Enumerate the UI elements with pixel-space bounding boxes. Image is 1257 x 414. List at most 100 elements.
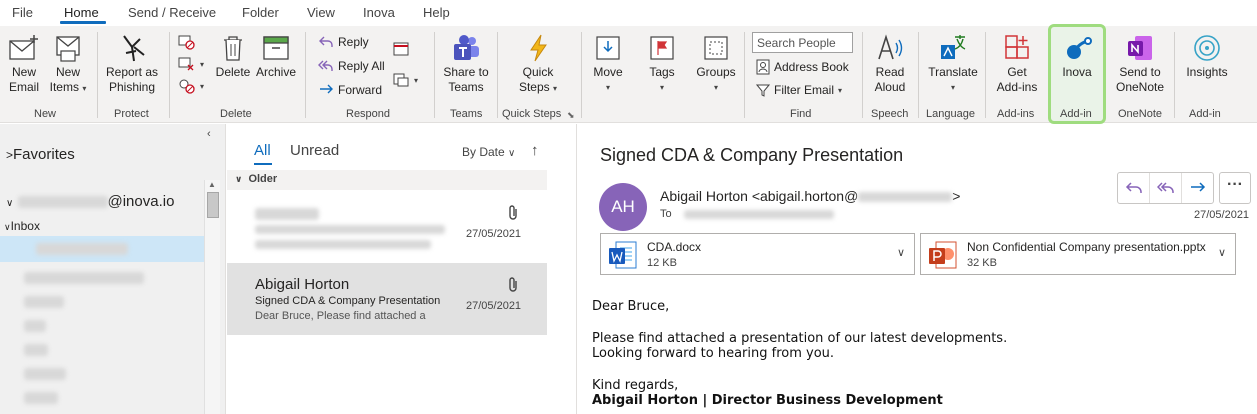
chevron-down-icon[interactable]: ∨: [1218, 246, 1226, 259]
insights-button[interactable]: Insights: [1184, 33, 1230, 80]
recipient-line: To: [660, 208, 834, 220]
ignore-button[interactable]: [178, 34, 196, 50]
attachment-icon: [509, 277, 517, 292]
list-item[interactable]: 27/05/2021: [227, 191, 547, 263]
archive-button[interactable]: Archive: [254, 33, 298, 80]
address-book-button[interactable]: Address Book: [756, 59, 849, 75]
send-to-onenote-button[interactable]: Send to OneNote: [1112, 33, 1168, 95]
chevron-down-icon: ▾: [553, 84, 558, 93]
redacted-folder-name: [24, 295, 64, 308]
move-icon: [596, 36, 620, 60]
chevron-right-icon: >: [6, 148, 14, 162]
translate-button[interactable]: Translate ▾: [926, 33, 980, 95]
subfolder-item[interactable]: [24, 270, 144, 284]
attachment-card-presentation[interactable]: Non Confidential Company presentation.pp…: [920, 233, 1236, 275]
redacted-folder-name: [24, 391, 58, 404]
new-email-label-2: Email: [8, 80, 39, 94]
share-teams-label-2: Teams: [448, 80, 484, 94]
inova-button[interactable]: Inova: [1056, 33, 1098, 80]
favorites-folder[interactable]: >Favorites: [6, 146, 75, 163]
addins-grid-icon: [1005, 35, 1029, 59]
more-respond-button[interactable]: ▾: [392, 72, 418, 88]
filter-email-button[interactable]: Filter Email ▾: [756, 83, 842, 97]
inova-logo-icon: [1067, 37, 1092, 59]
move-button[interactable]: Move ▾: [590, 33, 626, 95]
forward-label: Forward: [338, 83, 383, 97]
reply-all-button[interactable]: [1150, 173, 1182, 203]
report-phishing-button[interactable]: Report as Phishing: [102, 33, 162, 95]
ribbon-separator: [434, 32, 435, 118]
menu-tab-file[interactable]: File: [12, 5, 33, 20]
read-aloud-button[interactable]: Read Aloud: [870, 33, 910, 95]
collapse-pane-icon[interactable]: ‹: [207, 128, 211, 140]
more-actions-button[interactable]: ···: [1219, 172, 1251, 204]
body-greeting: Dear Bruce,: [592, 299, 670, 314]
group-header-older[interactable]: ∨ Older: [227, 170, 547, 190]
selected-subfolder[interactable]: [0, 236, 204, 262]
im-icon: [393, 73, 409, 87]
quick-steps-button[interactable]: Quick Steps ▾: [514, 33, 562, 96]
cleanup-button[interactable]: ▾: [178, 56, 204, 72]
chevron-down-icon: ▾: [82, 84, 87, 93]
get-addins-button[interactable]: Get Add-ins: [994, 33, 1040, 95]
chevron-down-icon[interactable]: ∨: [897, 246, 905, 259]
tags-button[interactable]: Tags ▾: [644, 33, 680, 95]
inbox-folder[interactable]: ∨Inbox: [4, 219, 40, 233]
groups-button[interactable]: Groups ▾: [694, 33, 738, 95]
forward-button[interactable]: Forward: [318, 83, 382, 97]
list-item-selected[interactable]: Abigail Horton Signed CDA & Company Pres…: [227, 263, 547, 335]
body-signature: Abigail Horton | Director Business Devel…: [592, 393, 943, 408]
menu-tab-folder[interactable]: Folder: [242, 5, 279, 20]
sender-name: Abigail Horton <abigail.horton@: [660, 188, 859, 204]
menu-tab-view[interactable]: View: [307, 5, 335, 20]
new-items-icon: [56, 36, 80, 62]
subfolder-item[interactable]: [24, 294, 64, 308]
group-label: Older: [248, 173, 278, 185]
tab-all[interactable]: All: [254, 142, 271, 159]
sort-direction-icon[interactable]: ↑: [531, 142, 539, 159]
tab-unread[interactable]: Unread: [290, 142, 339, 159]
ribbon-separator: [497, 32, 498, 118]
subfolder-item[interactable]: [24, 366, 66, 380]
dialog-launcher-icon[interactable]: ⬊: [567, 110, 575, 121]
reply-button[interactable]: Reply: [318, 35, 369, 49]
subfolder-item[interactable]: [24, 318, 46, 332]
message-subject: [255, 223, 445, 235]
chevron-down-icon: ▾: [713, 83, 718, 92]
sender-line[interactable]: Abigail Horton <abigail.horton@ >: [660, 188, 960, 204]
ribbon-separator: [169, 32, 170, 118]
account-header[interactable]: ∨ @inova.io: [6, 193, 174, 210]
reply-all-button[interactable]: Reply All: [318, 59, 385, 73]
menu-tab-home[interactable]: Home: [64, 5, 99, 20]
share-to-teams-button[interactable]: Share to Teams: [440, 33, 492, 95]
delete-button[interactable]: Delete: [214, 33, 252, 80]
attachment-card-cda[interactable]: CDA.docx 12 KB ∨: [600, 233, 915, 275]
menu-bar: File Home Send / Receive Folder View Ino…: [0, 0, 1257, 26]
sort-dropdown[interactable]: By Date ∨: [462, 145, 515, 159]
tags-label: Tags: [649, 65, 675, 79]
forward-button[interactable]: [1182, 173, 1213, 203]
body-line-1: Please find attached a presentation of o…: [592, 331, 1008, 346]
scroll-up-icon[interactable]: ▲: [208, 180, 216, 189]
new-items-label-2: Items: [49, 80, 79, 94]
scrollbar-thumb[interactable]: [207, 192, 219, 218]
groups-label: Groups: [696, 65, 736, 79]
folder-scrollbar[interactable]: ▲: [204, 180, 220, 414]
favorites-label: Favorites: [13, 146, 75, 163]
meeting-button[interactable]: [392, 40, 410, 56]
new-email-button[interactable]: New Email: [6, 33, 42, 95]
menu-tab-help[interactable]: Help: [423, 5, 450, 20]
menu-tab-send-receive[interactable]: Send / Receive: [128, 5, 216, 20]
subfolder-item[interactable]: [24, 390, 58, 404]
junk-button[interactable]: ▾: [178, 78, 204, 94]
subfolder-item[interactable]: [24, 342, 48, 356]
reply-button[interactable]: [1118, 173, 1150, 203]
search-people-input[interactable]: Search People: [752, 32, 853, 53]
menu-tab-inova[interactable]: Inova: [363, 5, 395, 20]
chevron-down-icon: ∨: [508, 148, 516, 159]
powerpoint-file-icon: [929, 241, 957, 269]
new-items-button[interactable]: New Items ▾: [46, 33, 90, 96]
avatar[interactable]: AH: [599, 183, 647, 231]
attachment-size: 32 KB: [967, 257, 997, 269]
report-phishing-label-2: Phishing: [108, 80, 156, 94]
